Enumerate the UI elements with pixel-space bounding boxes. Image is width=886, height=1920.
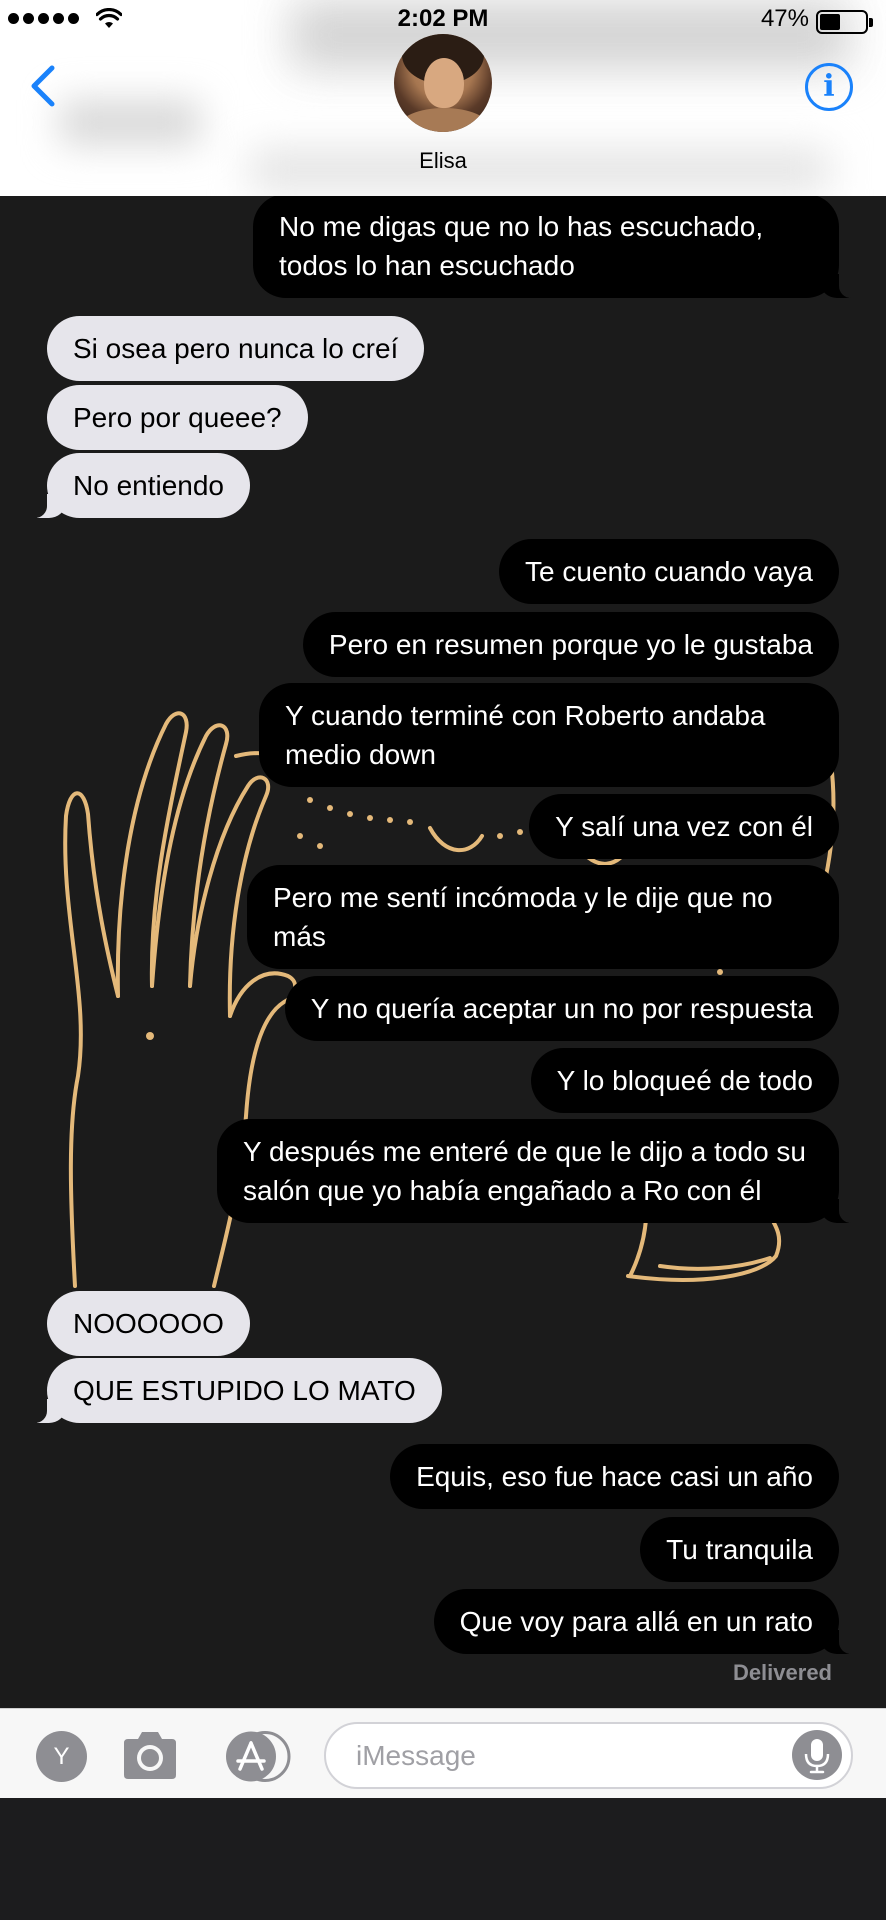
message-bubble-outgoing[interactable]: No me digas que no lo has escuchado, tod… — [253, 196, 865, 298]
message-bubble-incoming[interactable]: NOOOOOO — [47, 1291, 250, 1356]
battery-percentage: 47% — [760, 5, 809, 32]
conversation-header: 2:02 PM 47% Elisa i — [0, 0, 886, 196]
contact-avatar[interactable] — [394, 34, 492, 132]
camera-icon — [124, 1732, 176, 1779]
message-bubble-outgoing[interactable]: Que voy para allá en un rato — [433, 1589, 866, 1654]
compose-bar: Y — [0, 1708, 886, 1798]
message-bubble-incoming[interactable]: Si osea pero nunca lo creí — [47, 316, 425, 381]
message-bubble-outgoing[interactable]: Y cuando terminé con Roberto andaba medi… — [259, 683, 839, 787]
message-bubble-incoming[interactable]: QUE ESTUPIDO LO MATO — [21, 1358, 442, 1423]
microphone-icon — [804, 1739, 830, 1774]
back-button[interactable] — [24, 62, 64, 112]
message-bubble-incoming[interactable]: Pero por queee? — [47, 385, 308, 450]
microphone-button[interactable] — [792, 1730, 842, 1780]
message-list[interactable]: No me digas que no lo has escuchado, tod… — [0, 196, 886, 1708]
message-bubble-outgoing[interactable]: Tu tranquila — [640, 1517, 839, 1582]
app-store-button[interactable] — [221, 1731, 293, 1782]
message-bubble-outgoing[interactable]: Pero me sentí incómoda y le dije que no … — [247, 865, 839, 969]
info-button[interactable]: i — [805, 63, 853, 111]
back-chevron-icon — [31, 65, 55, 107]
info-icon: i — [823, 69, 835, 104]
message-bubble-outgoing[interactable]: Y salí una vez con él — [529, 794, 839, 859]
delivered-status: Delivered — [732, 1660, 832, 1685]
message-bubble-outgoing[interactable]: Equis, eso fue hace casi un año — [390, 1444, 839, 1509]
message-bubble-outgoing[interactable]: Y después me enteré de que le dijo a tod… — [217, 1119, 865, 1223]
app-store-icon — [226, 1731, 291, 1782]
message-bubble-outgoing[interactable]: Pero en resumen porque yo le gustaba — [302, 612, 839, 677]
keyboard-area-placeholder — [0, 1798, 886, 1920]
contact-name[interactable]: Elisa — [0, 148, 886, 174]
battery-icon — [816, 10, 873, 34]
apps-button[interactable]: Y — [36, 1731, 87, 1782]
status-time: 2:02 PM — [397, 5, 489, 32]
camera-button[interactable] — [120, 1729, 180, 1783]
message-bubble-outgoing[interactable]: Y no quería aceptar un no por respuesta — [284, 976, 839, 1041]
message-bubble-outgoing[interactable]: Te cuento cuando vaya — [499, 539, 839, 604]
message-bubble-incoming[interactable]: No entiendo — [20, 453, 251, 518]
message-input[interactable] — [324, 1722, 853, 1789]
message-bubble-outgoing[interactable]: Y lo bloqueé de todo — [530, 1048, 839, 1113]
